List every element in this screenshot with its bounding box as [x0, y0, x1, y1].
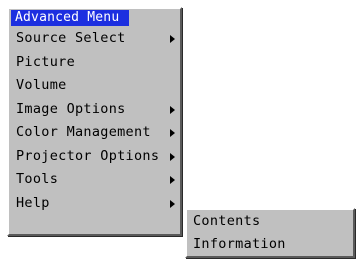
menu-item-label: Image Options: [16, 100, 126, 117]
menu-item-list: Source Select Picture Volume Image Optio…: [9, 27, 180, 215]
menu-item-source-select[interactable]: Source Select: [9, 27, 180, 51]
menu-title: Advanced Menu: [11, 10, 129, 26]
menu-item-image-options[interactable]: Image Options: [9, 98, 180, 122]
submenu-arrow-icon: [170, 105, 175, 114]
menu-item-volume[interactable]: Volume: [9, 74, 180, 98]
menu-item-label: Source Select: [16, 30, 126, 46]
menu-item-tools[interactable]: Tools: [9, 168, 180, 192]
menu-item-label: Color Management: [16, 124, 151, 140]
submenu-arrow-icon: [170, 176, 175, 184]
submenu-arrow-icon: [170, 152, 175, 161]
submenu-arrow-icon: [170, 199, 175, 208]
menu-item-color-management[interactable]: Color Management: [9, 121, 180, 145]
menu-item-help[interactable]: Help: [9, 192, 180, 216]
menu-item-label: Volume: [16, 77, 67, 93]
menu-item-picture[interactable]: Picture: [9, 51, 180, 75]
submenu-item-contents[interactable]: Contents: [187, 210, 353, 233]
submenu-item-label: Contents: [193, 213, 261, 229]
advanced-menu: Advanced Menu Source Select Picture Volu…: [7, 7, 182, 236]
stage: Advanced Menu Source Select Picture Volu…: [0, 0, 356, 263]
submenu-arrow-icon: [170, 35, 175, 43]
submenu-item-information[interactable]: Information: [187, 233, 353, 256]
menu-item-label: Projector Options: [16, 147, 160, 164]
menu-item-label: Tools: [16, 171, 59, 187]
menu-item-label: Help: [16, 194, 50, 211]
submenu-arrow-icon: [170, 129, 175, 137]
menu-item-projector-options[interactable]: Projector Options: [9, 145, 180, 169]
menu-item-label: Picture: [16, 53, 75, 70]
submenu-item-label: Information: [193, 236, 286, 252]
help-submenu: Contents Information: [185, 208, 355, 258]
